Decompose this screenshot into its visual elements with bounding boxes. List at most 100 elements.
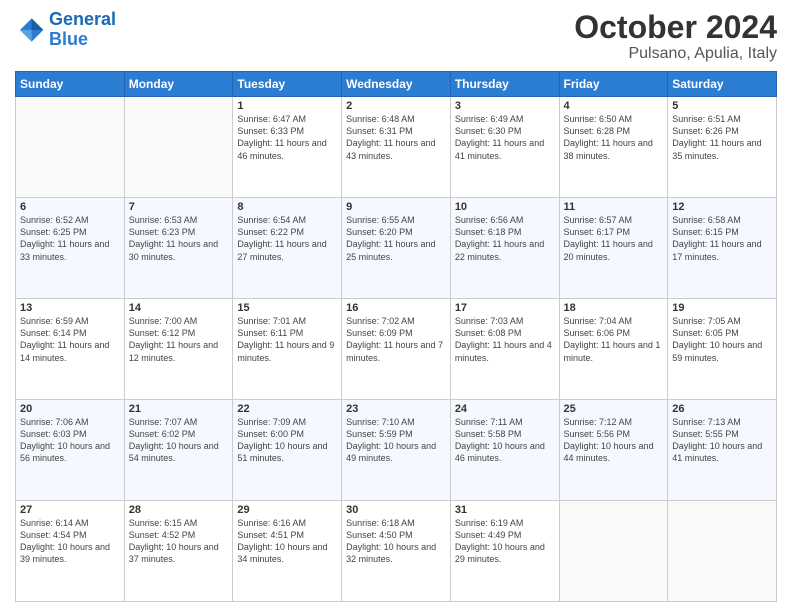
day-info: Sunrise: 7:03 AMSunset: 6:08 PMDaylight:… xyxy=(455,315,555,364)
day-info: Sunrise: 6:59 AMSunset: 6:14 PMDaylight:… xyxy=(20,315,120,364)
day-info: Sunrise: 6:53 AMSunset: 6:23 PMDaylight:… xyxy=(129,214,229,263)
calendar-header-row: SundayMondayTuesdayWednesdayThursdayFrid… xyxy=(16,72,777,97)
day-info: Sunrise: 6:15 AMSunset: 4:52 PMDaylight:… xyxy=(129,517,229,566)
day-number: 19 xyxy=(672,302,772,314)
calendar-cell: 27Sunrise: 6:14 AMSunset: 4:54 PMDayligh… xyxy=(16,501,125,602)
calendar-week-row: 20Sunrise: 7:06 AMSunset: 6:03 PMDayligh… xyxy=(16,400,777,501)
calendar-cell: 5Sunrise: 6:51 AMSunset: 6:26 PMDaylight… xyxy=(668,97,777,198)
day-number: 14 xyxy=(129,302,229,314)
calendar-cell: 24Sunrise: 7:11 AMSunset: 5:58 PMDayligh… xyxy=(450,400,559,501)
col-header-tuesday: Tuesday xyxy=(233,72,342,97)
calendar-cell: 1Sunrise: 6:47 AMSunset: 6:33 PMDaylight… xyxy=(233,97,342,198)
day-number: 29 xyxy=(237,504,337,516)
calendar-week-row: 6Sunrise: 6:52 AMSunset: 6:25 PMDaylight… xyxy=(16,198,777,299)
day-number: 26 xyxy=(672,403,772,415)
day-info: Sunrise: 7:02 AMSunset: 6:09 PMDaylight:… xyxy=(346,315,446,364)
calendar-cell: 3Sunrise: 6:49 AMSunset: 6:30 PMDaylight… xyxy=(450,97,559,198)
day-number: 8 xyxy=(237,201,337,213)
day-number: 4 xyxy=(564,100,664,112)
day-number: 16 xyxy=(346,302,446,314)
col-header-monday: Monday xyxy=(124,72,233,97)
calendar-cell: 11Sunrise: 6:57 AMSunset: 6:17 PMDayligh… xyxy=(559,198,668,299)
calendar-cell: 19Sunrise: 7:05 AMSunset: 6:05 PMDayligh… xyxy=(668,299,777,400)
day-number: 22 xyxy=(237,403,337,415)
day-number: 1 xyxy=(237,100,337,112)
day-info: Sunrise: 6:47 AMSunset: 6:33 PMDaylight:… xyxy=(237,113,337,162)
day-info: Sunrise: 6:55 AMSunset: 6:20 PMDaylight:… xyxy=(346,214,446,263)
day-number: 11 xyxy=(564,201,664,213)
day-info: Sunrise: 7:05 AMSunset: 6:05 PMDaylight:… xyxy=(672,315,772,364)
day-number: 6 xyxy=(20,201,120,213)
day-info: Sunrise: 7:10 AMSunset: 5:59 PMDaylight:… xyxy=(346,416,446,465)
day-number: 17 xyxy=(455,302,555,314)
calendar-cell: 9Sunrise: 6:55 AMSunset: 6:20 PMDaylight… xyxy=(342,198,451,299)
day-info: Sunrise: 7:12 AMSunset: 5:56 PMDaylight:… xyxy=(564,416,664,465)
calendar-cell: 4Sunrise: 6:50 AMSunset: 6:28 PMDaylight… xyxy=(559,97,668,198)
day-number: 12 xyxy=(672,201,772,213)
day-info: Sunrise: 6:50 AMSunset: 6:28 PMDaylight:… xyxy=(564,113,664,162)
calendar-cell: 8Sunrise: 6:54 AMSunset: 6:22 PMDaylight… xyxy=(233,198,342,299)
day-info: Sunrise: 7:09 AMSunset: 6:00 PMDaylight:… xyxy=(237,416,337,465)
calendar-table: SundayMondayTuesdayWednesdayThursdayFrid… xyxy=(15,71,777,602)
calendar-cell: 30Sunrise: 6:18 AMSunset: 4:50 PMDayligh… xyxy=(342,501,451,602)
day-info: Sunrise: 6:19 AMSunset: 4:49 PMDaylight:… xyxy=(455,517,555,566)
calendar-cell: 22Sunrise: 7:09 AMSunset: 6:00 PMDayligh… xyxy=(233,400,342,501)
day-info: Sunrise: 6:14 AMSunset: 4:54 PMDaylight:… xyxy=(20,517,120,566)
day-number: 21 xyxy=(129,403,229,415)
day-info: Sunrise: 7:01 AMSunset: 6:11 PMDaylight:… xyxy=(237,315,337,364)
day-info: Sunrise: 6:56 AMSunset: 6:18 PMDaylight:… xyxy=(455,214,555,263)
day-number: 3 xyxy=(455,100,555,112)
day-number: 24 xyxy=(455,403,555,415)
day-info: Sunrise: 6:58 AMSunset: 6:15 PMDaylight:… xyxy=(672,214,772,263)
day-number: 30 xyxy=(346,504,446,516)
day-number: 25 xyxy=(564,403,664,415)
day-info: Sunrise: 6:49 AMSunset: 6:30 PMDaylight:… xyxy=(455,113,555,162)
calendar-cell: 26Sunrise: 7:13 AMSunset: 5:55 PMDayligh… xyxy=(668,400,777,501)
page: General Blue October 2024 Pulsano, Apuli… xyxy=(0,0,792,612)
day-number: 28 xyxy=(129,504,229,516)
day-info: Sunrise: 7:04 AMSunset: 6:06 PMDaylight:… xyxy=(564,315,664,364)
calendar-cell: 20Sunrise: 7:06 AMSunset: 6:03 PMDayligh… xyxy=(16,400,125,501)
calendar-cell xyxy=(124,97,233,198)
day-number: 7 xyxy=(129,201,229,213)
location-title: Pulsano, Apulia, Italy xyxy=(574,45,777,63)
col-header-thursday: Thursday xyxy=(450,72,559,97)
header: General Blue October 2024 Pulsano, Apuli… xyxy=(15,10,777,63)
col-header-wednesday: Wednesday xyxy=(342,72,451,97)
calendar-cell: 15Sunrise: 7:01 AMSunset: 6:11 PMDayligh… xyxy=(233,299,342,400)
calendar-cell: 31Sunrise: 6:19 AMSunset: 4:49 PMDayligh… xyxy=(450,501,559,602)
day-number: 2 xyxy=(346,100,446,112)
month-title: October 2024 xyxy=(574,10,777,45)
day-info: Sunrise: 7:11 AMSunset: 5:58 PMDaylight:… xyxy=(455,416,555,465)
day-number: 31 xyxy=(455,504,555,516)
title-block: October 2024 Pulsano, Apulia, Italy xyxy=(574,10,777,63)
calendar-cell xyxy=(559,501,668,602)
day-info: Sunrise: 7:13 AMSunset: 5:55 PMDaylight:… xyxy=(672,416,772,465)
calendar-cell xyxy=(16,97,125,198)
calendar-cell: 29Sunrise: 6:16 AMSunset: 4:51 PMDayligh… xyxy=(233,501,342,602)
logo: General Blue xyxy=(15,10,116,50)
day-info: Sunrise: 6:18 AMSunset: 4:50 PMDaylight:… xyxy=(346,517,446,566)
day-number: 13 xyxy=(20,302,120,314)
calendar-cell: 17Sunrise: 7:03 AMSunset: 6:08 PMDayligh… xyxy=(450,299,559,400)
day-info: Sunrise: 7:00 AMSunset: 6:12 PMDaylight:… xyxy=(129,315,229,364)
calendar-week-row: 1Sunrise: 6:47 AMSunset: 6:33 PMDaylight… xyxy=(16,97,777,198)
day-info: Sunrise: 6:48 AMSunset: 6:31 PMDaylight:… xyxy=(346,113,446,162)
col-header-saturday: Saturday xyxy=(668,72,777,97)
calendar-week-row: 27Sunrise: 6:14 AMSunset: 4:54 PMDayligh… xyxy=(16,501,777,602)
day-info: Sunrise: 6:57 AMSunset: 6:17 PMDaylight:… xyxy=(564,214,664,263)
day-info: Sunrise: 6:52 AMSunset: 6:25 PMDaylight:… xyxy=(20,214,120,263)
calendar-cell: 7Sunrise: 6:53 AMSunset: 6:23 PMDaylight… xyxy=(124,198,233,299)
calendar-cell: 13Sunrise: 6:59 AMSunset: 6:14 PMDayligh… xyxy=(16,299,125,400)
calendar-cell: 2Sunrise: 6:48 AMSunset: 6:31 PMDaylight… xyxy=(342,97,451,198)
day-info: Sunrise: 6:51 AMSunset: 6:26 PMDaylight:… xyxy=(672,113,772,162)
logo-text: General Blue xyxy=(49,10,116,50)
calendar-cell: 21Sunrise: 7:07 AMSunset: 6:02 PMDayligh… xyxy=(124,400,233,501)
day-info: Sunrise: 6:16 AMSunset: 4:51 PMDaylight:… xyxy=(237,517,337,566)
calendar-cell: 12Sunrise: 6:58 AMSunset: 6:15 PMDayligh… xyxy=(668,198,777,299)
col-header-friday: Friday xyxy=(559,72,668,97)
day-number: 5 xyxy=(672,100,772,112)
calendar-cell: 18Sunrise: 7:04 AMSunset: 6:06 PMDayligh… xyxy=(559,299,668,400)
day-number: 27 xyxy=(20,504,120,516)
day-info: Sunrise: 7:06 AMSunset: 6:03 PMDaylight:… xyxy=(20,416,120,465)
